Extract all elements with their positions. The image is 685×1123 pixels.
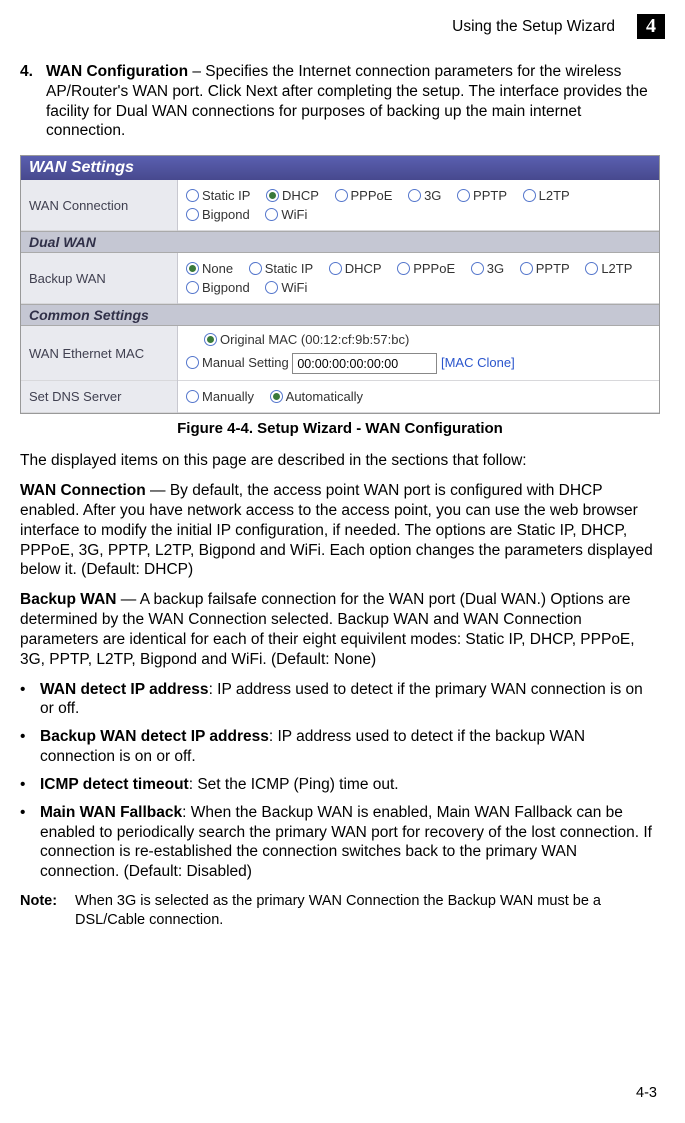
opts-wan-mac: Original MAC (00:12:cf:9b:57:bc) Manual … [178, 326, 660, 381]
wan-settings-titlebar: WAN Settings [21, 156, 659, 180]
backup-wan-paragraph: Backup WAN — A backup failsafe connectio… [20, 590, 660, 669]
bullet-wan-detect: • WAN detect IP address: IP address used… [20, 680, 660, 720]
common-settings-subbar: Common Settings [21, 304, 659, 326]
chapter-number-box: 4 [637, 14, 665, 39]
row-wan-connection: WAN Connection Static IP DHCP PPPoE 3G P… [21, 180, 659, 231]
bullet-backup-detect: • Backup WAN detect IP address: IP addre… [20, 727, 660, 767]
radio-bw-static[interactable] [249, 262, 262, 275]
radio-bw-3g[interactable] [471, 262, 484, 275]
radio-bw-pptp[interactable] [520, 262, 533, 275]
wan-settings-screenshot: WAN Settings WAN Connection Static IP DH… [20, 155, 660, 414]
radio-bw-pppoe[interactable] [397, 262, 410, 275]
label-wan-connection: WAN Connection [21, 180, 178, 231]
mac-clone-link[interactable]: [MAC Clone] [441, 355, 515, 370]
note-text: When 3G is selected as the primary WAN C… [75, 892, 660, 929]
radio-manual-mac[interactable] [186, 356, 199, 369]
radio-bw-dhcp[interactable] [329, 262, 342, 275]
opts-dns-server: Manually Automatically [178, 381, 660, 413]
radio-3g[interactable] [408, 189, 421, 202]
page-number: 4-3 [636, 1085, 657, 1101]
intro-paragraph: The displayed items on this page are des… [20, 451, 660, 471]
step-lead-bold: WAN Configuration [46, 63, 188, 80]
opts-wan-connection: Static IP DHCP PPPoE 3G PPTP L2TP Bigpon… [178, 180, 660, 231]
radio-dns-manual[interactable] [186, 390, 199, 403]
wan-connection-paragraph: WAN Connection — By default, the access … [20, 481, 660, 580]
step-text: WAN Configuration – Specifies the Intern… [46, 62, 660, 141]
bullet-icmp: • ICMP detect timeout: Set the ICMP (Pin… [20, 775, 660, 795]
radio-bw-none[interactable] [186, 262, 199, 275]
bullet-fallback: • Main WAN Fallback: When the Backup WAN… [20, 803, 660, 882]
radio-dhcp[interactable] [266, 189, 279, 202]
opts-backup-wan: None Static IP DHCP PPPoE 3G PPTP L2TP B… [178, 253, 660, 304]
figure-caption: Figure 4-4. Setup Wizard - WAN Configura… [20, 420, 660, 437]
row-dns-server: Set DNS Server Manually Automatically [21, 381, 659, 413]
running-header: Using the Setup Wizard [452, 18, 615, 36]
row-wan-mac: WAN Ethernet MAC Original MAC (00:12:cf:… [21, 326, 659, 381]
dual-wan-subbar: Dual WAN [21, 231, 659, 253]
row-backup-wan: Backup WAN None Static IP DHCP PPPoE 3G … [21, 253, 659, 304]
step-number: 4. [20, 62, 46, 141]
label-dns-server: Set DNS Server [21, 381, 178, 413]
radio-bw-wifi[interactable] [265, 281, 278, 294]
manual-mac-input[interactable] [292, 353, 437, 374]
radio-bw-l2tp[interactable] [585, 262, 598, 275]
radio-bw-bigpond[interactable] [186, 281, 199, 294]
radio-bigpond[interactable] [186, 208, 199, 221]
radio-pppoe[interactable] [335, 189, 348, 202]
label-wan-mac: WAN Ethernet MAC [21, 326, 178, 381]
radio-pptp[interactable] [457, 189, 470, 202]
step-paragraph: 4. WAN Configuration – Specifies the Int… [20, 62, 660, 141]
radio-wifi[interactable] [265, 208, 278, 221]
radio-l2tp[interactable] [523, 189, 536, 202]
radio-dns-auto[interactable] [270, 390, 283, 403]
backup-wan-label: Backup WAN [20, 591, 116, 608]
wan-connection-label: WAN Connection [20, 482, 146, 499]
radio-original-mac[interactable] [204, 333, 217, 346]
note-label: Note: [20, 892, 75, 929]
note-paragraph: Note: When 3G is selected as the primary… [20, 892, 660, 929]
label-backup-wan: Backup WAN [21, 253, 178, 304]
radio-static-ip[interactable] [186, 189, 199, 202]
